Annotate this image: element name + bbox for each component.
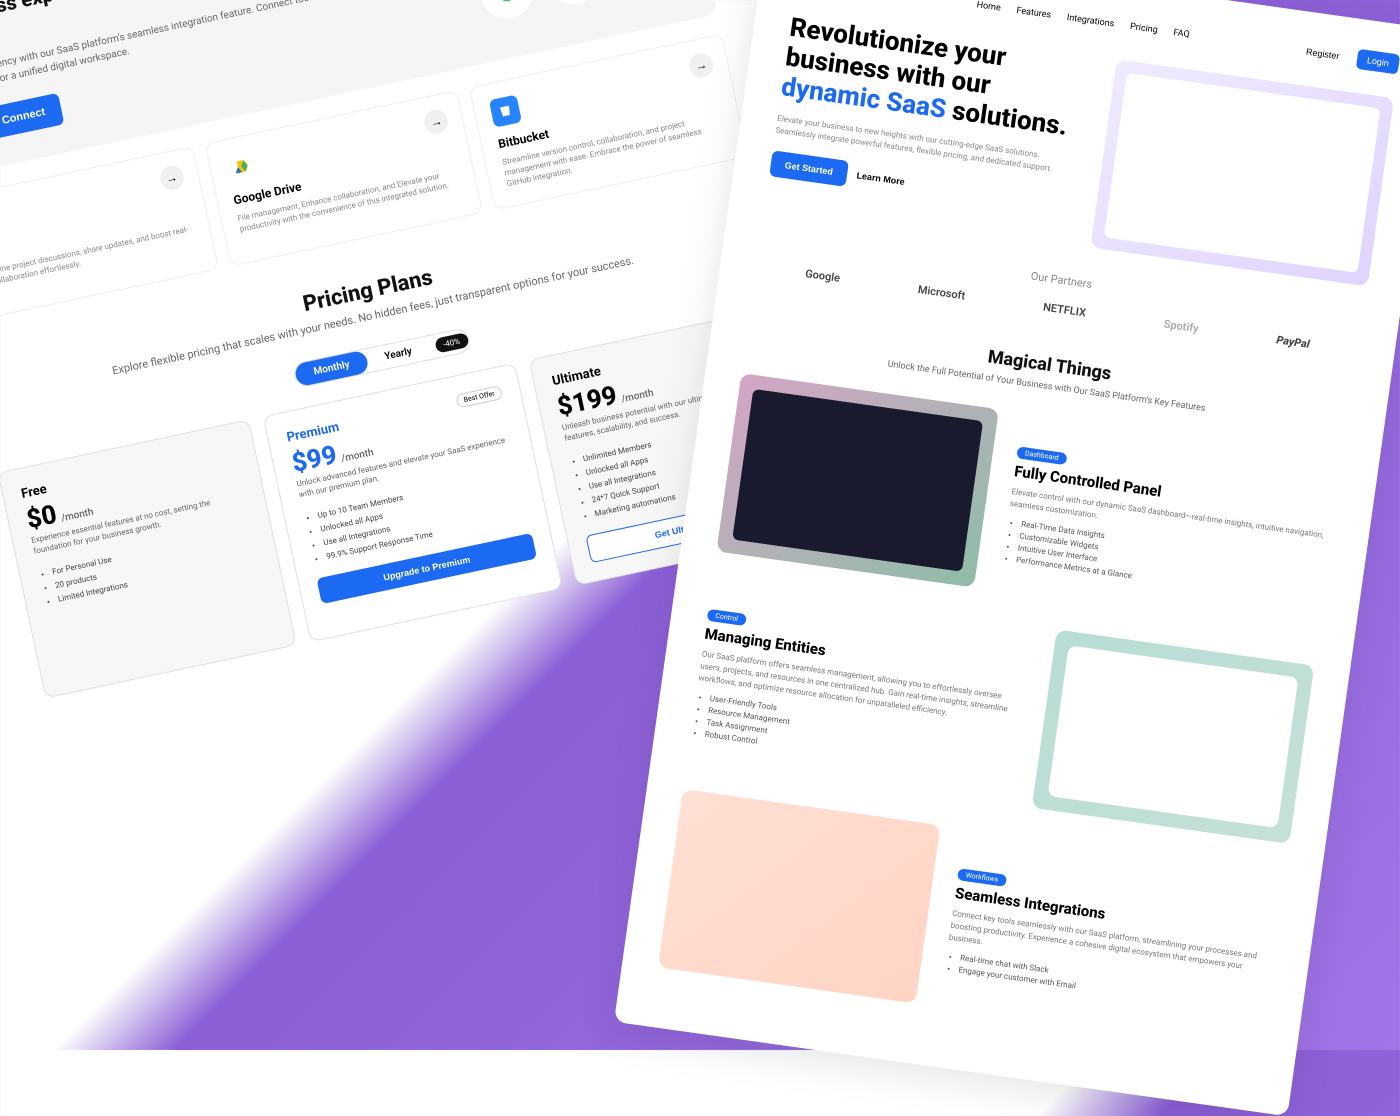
arrow-icon: → xyxy=(687,51,715,79)
toggle-yearly[interactable]: Yearly xyxy=(365,336,432,372)
nav-features[interactable]: Features xyxy=(1016,6,1052,21)
integration-icons-cloud: a xyxy=(381,0,684,51)
nav-integrations[interactable]: Integrations xyxy=(1066,13,1115,30)
whatsapp-icon xyxy=(476,0,538,23)
nav-home[interactable]: Home xyxy=(976,0,1001,13)
login-button[interactable]: Login xyxy=(1356,49,1400,75)
partner-spotify: Spotify xyxy=(1163,317,1200,335)
discount-badge: -40% xyxy=(434,332,469,354)
register-button[interactable]: Register xyxy=(1295,40,1351,67)
integration-card-gdrive[interactable]: → Google Drive File management, Enhance … xyxy=(204,90,483,267)
feature-image xyxy=(716,373,999,587)
gdrive-icon xyxy=(224,151,257,184)
partner-netflix: NETFLIX xyxy=(1042,301,1086,320)
feature-pill: Dashboard xyxy=(1016,446,1067,465)
learn-more-button[interactable]: Learn More xyxy=(855,162,907,194)
plan-period: /month xyxy=(60,506,94,524)
nav-pricing[interactable]: Pricing xyxy=(1129,22,1158,36)
arrow-icon: → xyxy=(157,164,185,192)
plan-period: /month xyxy=(620,387,654,405)
plan-period: /month xyxy=(340,447,374,465)
toggle-monthly[interactable]: Monthly xyxy=(294,349,370,387)
plan-premium: Best Offer Premium $99 /month Unlock adv… xyxy=(263,362,563,642)
plan-free: Free $0 /month Experience essential feat… xyxy=(0,419,297,699)
feature-image xyxy=(1032,630,1315,844)
bitbucket-icon xyxy=(489,94,522,127)
quick-connect-button[interactable]: Quick Connect xyxy=(0,93,64,147)
arrow-icon: → xyxy=(422,107,450,135)
hero-dashboard-image xyxy=(1090,59,1394,286)
partner-paypal: PayPal xyxy=(1276,333,1311,351)
partner-google: Google xyxy=(804,267,840,285)
x-icon xyxy=(542,0,604,9)
get-started-button[interactable]: Get Started xyxy=(769,150,848,186)
feature-image xyxy=(658,789,941,1003)
partner-microsoft: Microsoft xyxy=(917,283,966,303)
integration-card-bitbucket[interactable]: → Bitbucket Streamline version control, … xyxy=(469,33,748,210)
feature-pill: Workflows xyxy=(957,868,1007,887)
feature-pill: Control xyxy=(707,608,747,625)
nav-faq[interactable]: FAQ xyxy=(1173,28,1190,40)
integration-card-slack[interactable]: → Slack Streamline project discussions, … xyxy=(0,146,219,323)
nav-links: Home Features Integrations Pricing FAQ xyxy=(976,0,1190,40)
nav-auth: Register Login xyxy=(1295,40,1400,74)
